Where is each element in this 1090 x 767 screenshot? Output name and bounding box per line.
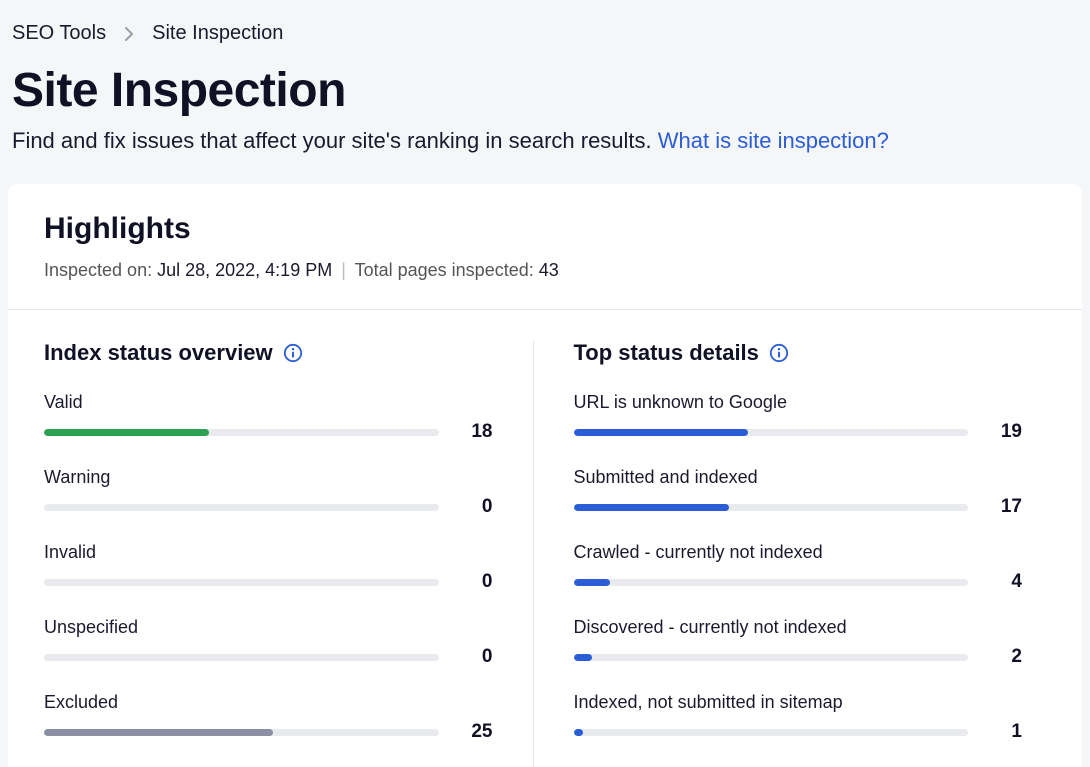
top-status-panel: Top status details URL is unknown to Goo… xyxy=(533,340,1047,767)
progress-bar xyxy=(44,579,439,586)
stat-bar-wrap: 2 xyxy=(574,646,1023,668)
progress-bar-fill xyxy=(574,429,748,436)
stat-bar-wrap: 0 xyxy=(44,571,493,593)
stat-label: Crawled - currently not indexed xyxy=(574,542,1023,563)
breadcrumb-parent[interactable]: SEO Tools xyxy=(12,22,106,45)
stat-label: Discovered - currently not indexed xyxy=(574,617,1023,638)
highlights-title: Highlights xyxy=(44,212,1046,246)
stat-label: Indexed, not submitted in sitemap xyxy=(574,692,1023,713)
stat-row: Indexed, not submitted in sitemap 1 xyxy=(574,692,1023,743)
total-pages-label: Total pages inspected: xyxy=(355,260,539,280)
progress-bar-fill xyxy=(574,579,611,586)
stat-row: Excluded 25 xyxy=(44,692,493,743)
meta-separator: | xyxy=(341,260,346,280)
stat-bar-wrap: 17 xyxy=(574,496,1023,518)
what-is-site-inspection-link[interactable]: What is site inspection? xyxy=(658,128,889,153)
stat-label: URL is unknown to Google xyxy=(574,392,1023,413)
info-icon[interactable] xyxy=(283,343,303,363)
stat-label: Invalid xyxy=(44,542,493,563)
stat-value: 19 xyxy=(986,421,1022,443)
stat-label: Submitted and indexed xyxy=(574,467,1023,488)
stat-value: 0 xyxy=(457,496,493,518)
index-status-title: Index status overview xyxy=(44,340,493,366)
stat-value: 0 xyxy=(457,646,493,668)
stat-bar-wrap: 1 xyxy=(574,721,1023,743)
index-status-panel: Index status overview Valid18Warning0Inv… xyxy=(44,340,533,767)
stat-value: 17 xyxy=(986,496,1022,518)
index-status-list: Valid 18 Warning 0 Invalid 0 Unspecified 0 Exclu… xyxy=(44,392,493,743)
progress-bar xyxy=(574,429,969,436)
stat-value: 0 xyxy=(457,571,493,593)
stat-bar-wrap: 19 xyxy=(574,421,1023,443)
stat-value: 1 xyxy=(986,721,1022,743)
progress-bar xyxy=(574,729,969,736)
stat-bar-wrap: 18 xyxy=(44,421,493,443)
total-pages-value: 43 xyxy=(539,260,559,280)
stat-row: Submitted and indexed 17 xyxy=(574,467,1023,518)
stat-label: Excluded xyxy=(44,692,493,713)
stat-label: Unspecified xyxy=(44,617,493,638)
progress-bar xyxy=(44,429,439,436)
page-subtitle: Find and fix issues that affect your sit… xyxy=(0,128,1090,184)
top-status-title-text: Top status details xyxy=(574,340,759,366)
progress-bar-fill xyxy=(44,429,209,436)
top-status-title: Top status details xyxy=(574,340,1023,366)
progress-bar xyxy=(574,504,969,511)
top-status-list: URL is unknown to Google 19 Submitted and … xyxy=(574,392,1023,743)
index-status-title-text: Index status overview xyxy=(44,340,273,366)
progress-bar-fill xyxy=(574,729,583,736)
highlights-card: Highlights Inspected on: Jul 28, 2022, 4… xyxy=(8,184,1082,767)
stat-value: 25 xyxy=(457,721,493,743)
stat-row: Discovered - currently not indexed 2 xyxy=(574,617,1023,668)
progress-bar-fill xyxy=(574,504,730,511)
stat-label: Valid xyxy=(44,392,493,413)
panels: Index status overview Valid18Warning0Inv… xyxy=(44,310,1046,767)
highlights-meta: Inspected on: Jul 28, 2022, 4:19 PM | To… xyxy=(44,260,1046,309)
progress-bar xyxy=(574,654,969,661)
progress-bar xyxy=(574,579,969,586)
breadcrumb-current: Site Inspection xyxy=(152,22,283,45)
subtitle-text: Find and fix issues that affect your sit… xyxy=(12,128,658,153)
stat-bar-wrap: 0 xyxy=(44,646,493,668)
progress-bar xyxy=(44,729,439,736)
stat-bar-wrap: 25 xyxy=(44,721,493,743)
stat-value: 18 xyxy=(457,421,493,443)
chevron-right-icon xyxy=(124,26,134,42)
page-title: Site Inspection xyxy=(0,45,1090,128)
stat-label: Warning xyxy=(44,467,493,488)
progress-bar-fill xyxy=(44,729,273,736)
stat-row: URL is unknown to Google 19 xyxy=(574,392,1023,443)
progress-bar xyxy=(44,504,439,511)
inspected-on-value: Jul 28, 2022, 4:19 PM xyxy=(157,260,332,280)
info-icon[interactable] xyxy=(769,343,789,363)
breadcrumb: SEO Tools Site Inspection xyxy=(0,0,1090,45)
stat-bar-wrap: 0 xyxy=(44,496,493,518)
stat-row: Warning 0 xyxy=(44,467,493,518)
progress-bar-fill xyxy=(574,654,592,661)
progress-bar xyxy=(44,654,439,661)
stat-value: 4 xyxy=(986,571,1022,593)
inspected-on-label: Inspected on: xyxy=(44,260,157,280)
stat-row: Unspecified 0 xyxy=(44,617,493,668)
stat-value: 2 xyxy=(986,646,1022,668)
stat-row: Valid 18 xyxy=(44,392,493,443)
stat-bar-wrap: 4 xyxy=(574,571,1023,593)
stat-row: Crawled - currently not indexed 4 xyxy=(574,542,1023,593)
stat-row: Invalid 0 xyxy=(44,542,493,593)
